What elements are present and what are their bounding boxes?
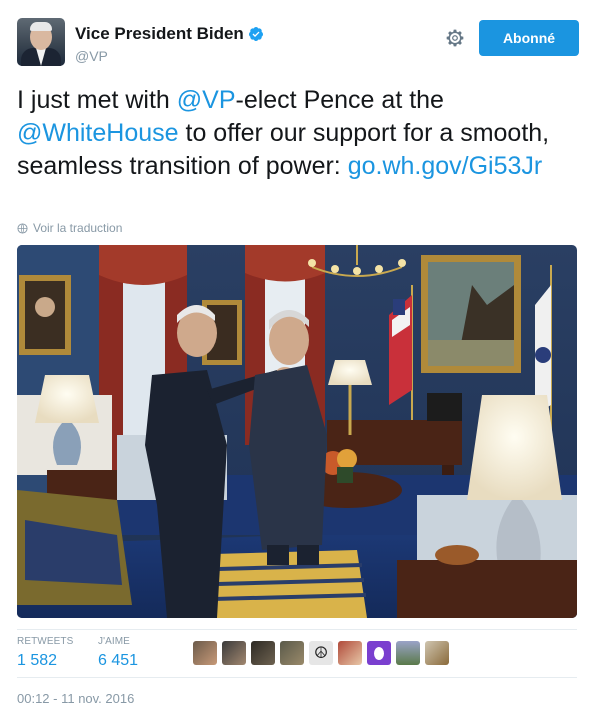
globe-icon: [17, 222, 28, 234]
liker-avatar[interactable]: [193, 641, 217, 665]
tweet-timestamp[interactable]: 00:12 - 11 nov. 2016: [17, 691, 134, 706]
tweet-text-plain: -elect Pence at the: [235, 86, 444, 114]
author-handle[interactable]: @VP: [75, 48, 108, 64]
author-display-name[interactable]: Vice President Biden: [75, 24, 244, 44]
stats-divider: [17, 629, 577, 630]
author-name-row[interactable]: Vice President Biden: [75, 24, 264, 44]
likes-count: 6 451: [98, 652, 139, 669]
oval-office-photo: [17, 245, 577, 618]
tweet-photo[interactable]: [17, 245, 577, 618]
stats-divider: [17, 677, 577, 678]
tweet-text: I just met with @VP-elect Pence at the @…: [17, 84, 577, 183]
verified-badge-icon: [248, 27, 263, 41]
liker-avatars: ☮: [193, 641, 454, 665]
tweet-header: Vice President Biden @VP Abonné: [17, 18, 585, 70]
liker-avatar[interactable]: [367, 641, 391, 665]
translate-link[interactable]: Voir la traduction: [17, 221, 122, 235]
liker-avatar[interactable]: [338, 641, 362, 665]
liker-avatar[interactable]: [396, 641, 420, 665]
follow-button[interactable]: Abonné: [479, 20, 579, 56]
liker-avatar[interactable]: [425, 641, 449, 665]
retweets-count: 1 582: [17, 652, 58, 669]
mention-vp[interactable]: @VP: [177, 86, 236, 114]
tweet-text-plain: I just met with: [17, 86, 177, 114]
liker-avatar[interactable]: [251, 641, 275, 665]
author-avatar[interactable]: [17, 18, 65, 66]
liker-avatar[interactable]: [280, 641, 304, 665]
retweets-label: RETWEETS: [17, 636, 74, 647]
likes-stat[interactable]: J'AIME 6 451: [98, 636, 138, 670]
mention-whitehouse[interactable]: @WhiteHouse: [17, 119, 179, 147]
liker-avatar[interactable]: ☮: [309, 641, 333, 665]
liker-avatar[interactable]: [222, 641, 246, 665]
tweet-link[interactable]: go.wh.gov/Gi53Jr: [348, 152, 543, 180]
likes-label: J'AIME: [98, 636, 130, 647]
retweets-stat[interactable]: RETWEETS 1 582: [17, 636, 73, 670]
translate-label: Voir la traduction: [33, 221, 123, 235]
gear-icon[interactable]: [445, 28, 465, 48]
